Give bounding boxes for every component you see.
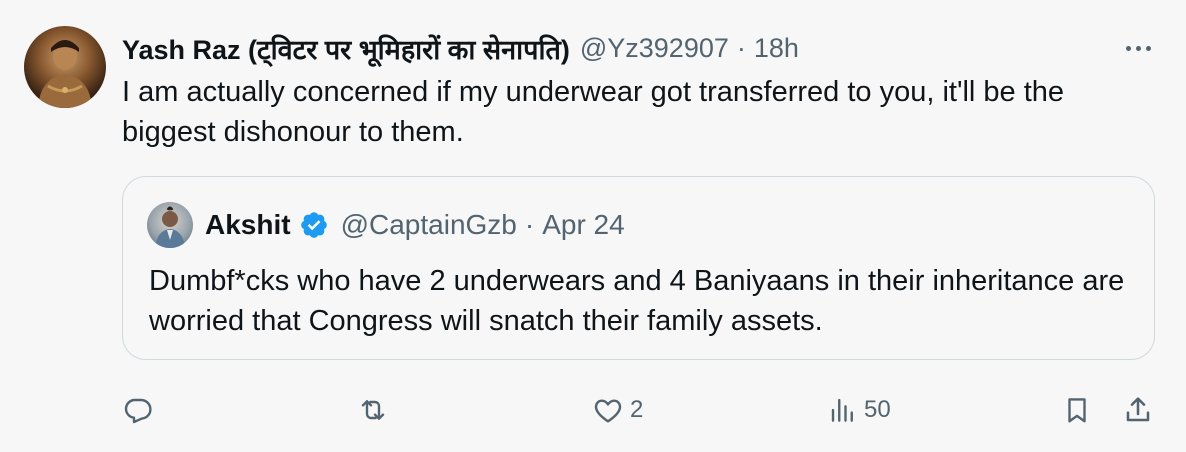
- views-count: 50: [864, 396, 891, 423]
- author-avatar[interactable]: [24, 26, 106, 108]
- like-button[interactable]: 2: [592, 388, 643, 432]
- repost-button[interactable]: [356, 388, 396, 432]
- bookmark-button[interactable]: [1062, 388, 1092, 432]
- tweet: Yash Raz (ट्विटर पर भूमिहारों का सेनापति…: [0, 0, 1186, 452]
- verified-badge-icon: [299, 210, 329, 240]
- heart-icon: [592, 394, 624, 426]
- separator-dot: ·: [524, 209, 535, 240]
- author-handle[interactable]: @Yz392907: [580, 33, 729, 64]
- quoted-tweet-text: Dumbf*cks who have 2 underwears and 4 Ba…: [149, 265, 1125, 337]
- views-button[interactable]: 50: [828, 388, 891, 432]
- tweet-timestamp[interactable]: 18h: [754, 33, 799, 64]
- quoted-tweet-header: Akshit @CaptainGzb · Apr 24: [205, 205, 625, 245]
- author-display-name[interactable]: Yash Raz (ट्विटर पर भूमिहारों का सेनापति…: [122, 30, 570, 67]
- share-button[interactable]: [1122, 388, 1154, 432]
- share-icon: [1122, 394, 1154, 426]
- repost-icon: [356, 394, 390, 426]
- like-count: 2: [630, 396, 644, 423]
- more-dots-icon[interactable]: [1118, 36, 1158, 60]
- quoted-author-avatar[interactable]: [147, 202, 193, 248]
- tweet-text: I am actually concerned if my underwear …: [122, 76, 1065, 148]
- reply-button[interactable]: [122, 388, 160, 432]
- quoted-tweet[interactable]: Akshit @CaptainGzb · Apr 24 Dumbf*cks wh…: [122, 176, 1155, 360]
- reply-icon: [122, 394, 154, 426]
- quoted-author-handle[interactable]: @CaptainGzb: [341, 209, 517, 241]
- tweet-header: Yash Raz (ट्विटर पर भूमिहारों का सेनापति…: [122, 30, 799, 66]
- action-bar: 2 50: [0, 388, 1186, 432]
- separator-dot: ·: [736, 32, 746, 63]
- quoted-author-display-name[interactable]: Akshit: [205, 209, 291, 241]
- views-icon: [828, 394, 858, 426]
- bookmark-icon: [1062, 394, 1092, 426]
- quoted-tweet-timestamp[interactable]: Apr 24: [542, 209, 625, 241]
